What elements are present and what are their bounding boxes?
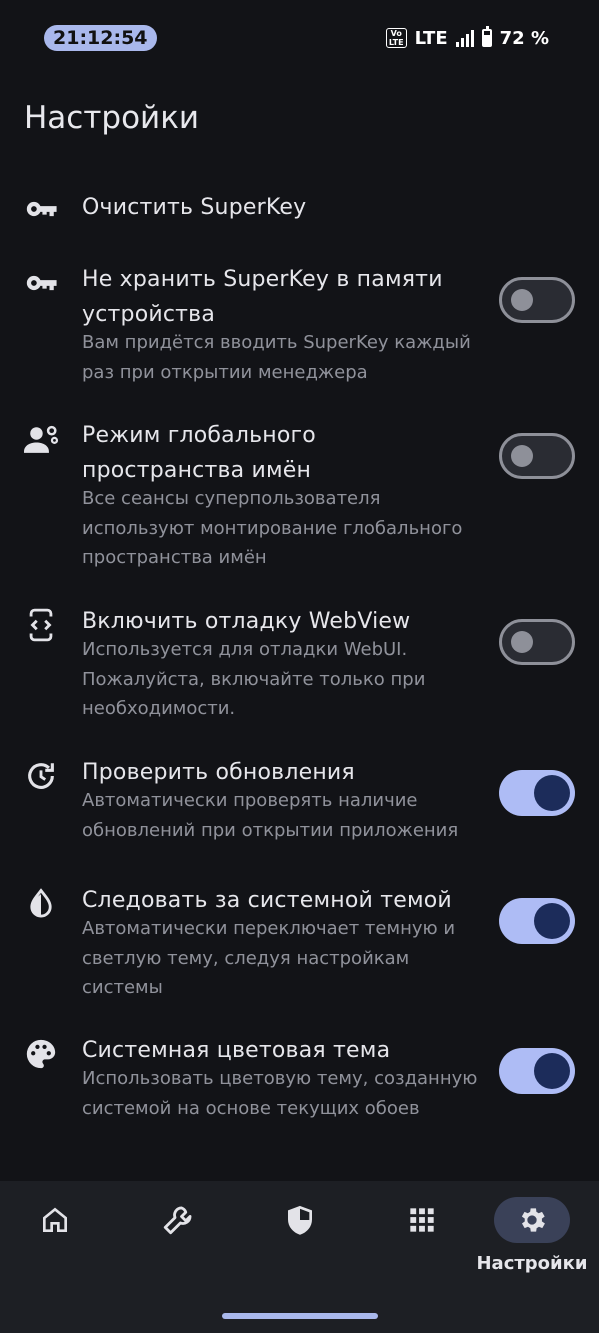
setting-description: Используется для отладки WebUI. Пожалуйс…	[82, 639, 426, 719]
toggle-knob	[511, 445, 533, 467]
palette-icon	[24, 1037, 58, 1071]
toggle-switch[interactable]	[499, 770, 575, 816]
nav-pill	[384, 1197, 460, 1243]
gesture-home-indicator[interactable]	[222, 1313, 378, 1319]
setting-title: Системная цветовая тема	[82, 1038, 391, 1063]
nav-superuser[interactable]	[250, 1197, 350, 1297]
nav-pill	[494, 1197, 570, 1243]
nav-settings[interactable]: Настройки	[476, 1197, 588, 1297]
update-icon	[24, 759, 58, 793]
setting-title: Режим глобального пространства имён	[82, 423, 316, 483]
nav-modules[interactable]	[128, 1197, 228, 1297]
volte-icon: Vo LTE	[385, 28, 407, 48]
setting-title: Следовать за системной темой	[82, 888, 452, 913]
key-icon	[24, 192, 58, 226]
toggle-switch[interactable]	[499, 898, 575, 944]
nav-home[interactable]	[5, 1197, 105, 1297]
page-title: Настройки	[24, 100, 200, 136]
setting-global-namespace[interactable]: Режим глобального пространства имён Все …	[0, 418, 599, 573]
apps-grid-icon	[410, 1208, 434, 1232]
setting-webview-debug[interactable]: Включить отладку WebView Используется дл…	[0, 604, 599, 724]
toggle-knob	[534, 903, 570, 939]
setting-follow-system-theme[interactable]: Следовать за системной темой Автоматичес…	[0, 883, 599, 1003]
nav-label: Настройки	[476, 1253, 588, 1274]
nav-pill	[140, 1197, 216, 1243]
nav-pill	[262, 1197, 338, 1243]
signal-icon	[455, 29, 474, 47]
status-bar: 21:12:54 Vo LTE LTE 72 %	[0, 0, 599, 75]
toggle-switch[interactable]	[499, 277, 575, 323]
contrast-drop-icon	[24, 887, 58, 921]
wrench-icon	[163, 1206, 192, 1235]
toggle-knob	[511, 631, 533, 653]
toggle-switch[interactable]	[499, 619, 575, 665]
setting-description: Все сеансы суперпользователя используют …	[82, 488, 463, 568]
toggle-switch[interactable]	[499, 433, 575, 479]
nav-pill	[17, 1197, 93, 1243]
setting-description: Автоматически проверять наличие обновлен…	[82, 790, 459, 841]
setting-check-updates[interactable]: Проверить обновления Автоматически прове…	[0, 755, 599, 845]
setting-title: Не хранить SuperKey в памяти устройства	[82, 267, 443, 327]
setting-system-color-theme[interactable]: Системная цветовая тема Использовать цве…	[0, 1033, 599, 1153]
setting-title: Очистить SuperKey	[82, 195, 307, 220]
toggle-knob	[511, 289, 533, 311]
toggle-knob	[534, 1053, 570, 1089]
developer-mode-icon	[24, 608, 58, 642]
key-icon	[24, 266, 58, 300]
user-settings-icon	[24, 422, 59, 456]
setting-dont-store-superkey[interactable]: Не хранить SuperKey в памяти устройства …	[0, 262, 599, 387]
battery-icon	[481, 26, 492, 47]
shield-icon	[288, 1205, 312, 1235]
status-icons: Vo LTE LTE 72 %	[385, 23, 549, 53]
setting-title: Включить отладку WebView	[82, 609, 411, 634]
setting-description: Использовать цветовую тему, созданную си…	[82, 1068, 478, 1119]
home-icon	[43, 1207, 67, 1232]
setting-description: Автоматически переключает темную и светл…	[82, 918, 456, 998]
nav-apps[interactable]	[372, 1197, 472, 1297]
setting-clear-superkey[interactable]: Очистить SuperKey	[0, 190, 599, 230]
setting-description: Вам придётся вводить SuperKey каждый раз…	[82, 332, 471, 383]
bottom-navigation: Настройки	[0, 1181, 599, 1333]
battery-level: 72 %	[499, 27, 549, 49]
gear-icon	[521, 1208, 545, 1232]
toggle-knob	[534, 775, 570, 811]
toggle-switch[interactable]	[499, 1048, 575, 1094]
status-clock: 21:12:54	[44, 25, 157, 51]
setting-title: Проверить обновления	[82, 760, 355, 785]
network-type: LTE	[414, 27, 448, 49]
